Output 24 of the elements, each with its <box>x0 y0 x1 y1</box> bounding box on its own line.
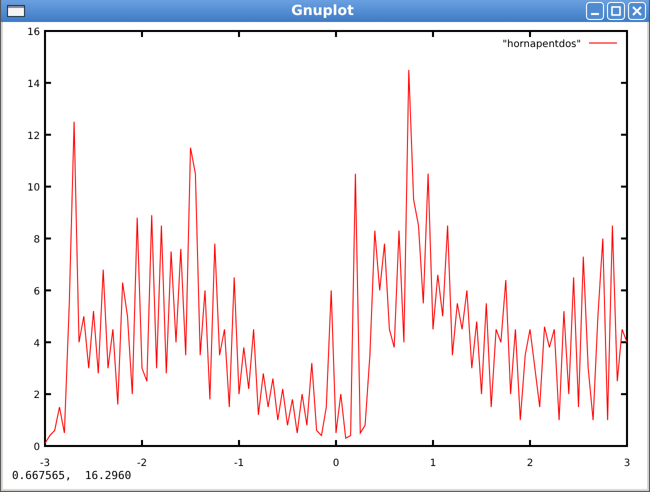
status-text: 0.667565, 16.2960 <box>11 468 132 483</box>
x-tick-label: 1 <box>430 458 436 468</box>
x-tick-label: 3 <box>624 458 630 468</box>
x-tick-label: -2 <box>137 458 147 468</box>
x-tick-label: 2 <box>526 458 534 468</box>
legend-label: "hornapentdos" <box>502 39 581 50</box>
y-tick-label: 6 <box>34 286 40 298</box>
y-tick-label: 2 <box>34 390 40 402</box>
y-tick-label: 14 <box>27 78 40 90</box>
window-icon <box>7 5 25 17</box>
legend-line <box>588 42 618 44</box>
close-button[interactable] <box>628 2 646 20</box>
y-tick-label: 10 <box>27 182 40 194</box>
x-tick-label: 0 <box>332 458 340 468</box>
y-tick-label: 16 <box>27 27 40 38</box>
y-tick-label: 0 <box>34 442 40 453</box>
y-tick-label: 8 <box>34 234 40 246</box>
y-tick-label: 12 <box>27 130 40 142</box>
minimize-button[interactable] <box>586 2 604 20</box>
x-tick-label: -1 <box>234 458 244 468</box>
y-tick-label: 4 <box>34 338 40 350</box>
window-title: Gnuplot <box>290 3 355 19</box>
x-tick-label: -3 <box>40 458 50 468</box>
maximize-button[interactable] <box>607 2 625 20</box>
